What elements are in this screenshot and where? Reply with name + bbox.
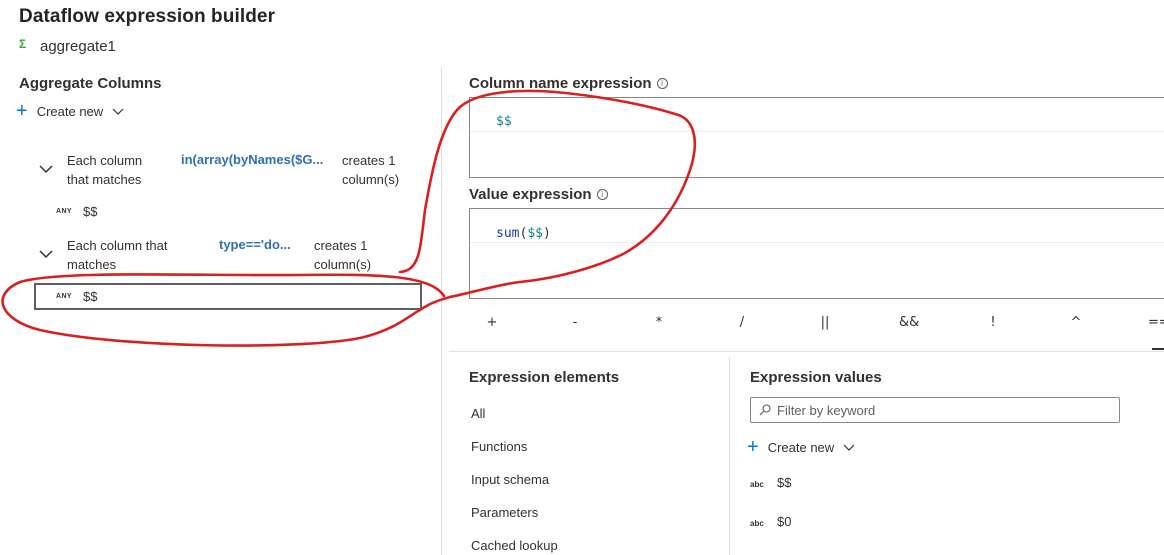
editor-current-line bbox=[470, 131, 1164, 132]
aggregate-columns-heading: Aggregate Columns bbox=[19, 75, 162, 92]
value-expression-editor[interactable]: sum($$) bbox=[469, 208, 1164, 299]
element-all[interactable]: All bbox=[471, 406, 485, 421]
panel-divider bbox=[441, 67, 442, 555]
info-icon[interactable]: i bbox=[596, 189, 608, 200]
plus-icon: + bbox=[16, 100, 28, 122]
filter-search-box[interactable] bbox=[750, 397, 1120, 423]
page-title: Dataflow expression builder bbox=[19, 6, 276, 27]
rule-2-expression-link[interactable]: type=='do... bbox=[219, 237, 291, 252]
rule-2-column-name[interactable]: $$ bbox=[83, 289, 97, 304]
filter-input[interactable] bbox=[777, 402, 1097, 418]
expression-values-heading: Expression values bbox=[750, 369, 882, 386]
elements-values-divider bbox=[729, 357, 730, 555]
operator-equals-button[interactable]: == bbox=[1148, 315, 1164, 330]
operator-not-button[interactable]: ! bbox=[983, 315, 1003, 330]
plus-icon: + bbox=[747, 436, 759, 458]
chevron-down-icon bbox=[843, 444, 855, 451]
any-type-tag: ANY bbox=[56, 208, 72, 215]
rule-2-description: Each column that matches bbox=[67, 238, 168, 272]
aggregate-sigma-icon: Σ bbox=[19, 37, 27, 51]
abc-type-tag: abc bbox=[750, 480, 764, 489]
rule-2-result: creates 1 column(s) bbox=[314, 238, 372, 272]
rule-1-result: creates 1 column(s) bbox=[342, 153, 400, 187]
rule-1-column-name[interactable]: $$ bbox=[83, 204, 97, 219]
rule-1-expression-link[interactable]: in(array(byNames($G... bbox=[181, 152, 323, 167]
editor-current-line bbox=[470, 242, 1164, 243]
operators-scroll-indicator bbox=[1152, 348, 1164, 350]
any-type-tag: ANY bbox=[56, 293, 72, 300]
chevron-down-icon bbox=[112, 108, 124, 115]
operator-divide-button[interactable]: / bbox=[732, 315, 752, 330]
operators-divider bbox=[449, 351, 1164, 352]
collapse-rule-1-chevron-icon[interactable] bbox=[39, 164, 53, 174]
rule-1-description: Each column that matches bbox=[67, 153, 143, 187]
operator-plus-button[interactable]: + bbox=[482, 315, 502, 330]
column-name-expression-editor[interactable]: $$ bbox=[469, 97, 1164, 178]
operator-multiply-button[interactable]: * bbox=[649, 315, 669, 330]
column-name-code: $$ bbox=[496, 114, 512, 129]
operator-or-button[interactable]: || bbox=[815, 315, 835, 330]
column-name-expression-label: Column name expression i bbox=[469, 75, 668, 92]
value-code: sum($$) bbox=[496, 226, 551, 241]
value-item-dollar-zero[interactable]: $0 bbox=[777, 514, 791, 529]
transform-name: aggregate1 bbox=[40, 38, 116, 55]
element-parameters[interactable]: Parameters bbox=[471, 505, 538, 520]
expression-elements-heading: Expression elements bbox=[469, 369, 620, 386]
operator-caret-button[interactable]: ^ bbox=[1066, 315, 1086, 330]
value-expression-label: Value expression i bbox=[469, 186, 608, 203]
element-functions[interactable]: Functions bbox=[471, 439, 527, 454]
operator-minus-button[interactable]: - bbox=[565, 315, 585, 330]
info-icon[interactable]: i bbox=[656, 78, 668, 89]
search-icon bbox=[759, 404, 771, 416]
element-input-schema[interactable]: Input schema bbox=[471, 472, 549, 487]
operator-and-button[interactable]: && bbox=[899, 315, 919, 330]
create-new-column-button[interactable]: + Create new bbox=[16, 100, 124, 122]
create-new-value-button[interactable]: + Create new bbox=[747, 436, 855, 458]
collapse-rule-2-chevron-icon[interactable] bbox=[39, 249, 53, 259]
value-item-dollar-dollar[interactable]: $$ bbox=[777, 475, 791, 490]
create-new-label: Create new bbox=[767, 440, 835, 455]
abc-type-tag: abc bbox=[750, 519, 764, 528]
element-cached-lookup[interactable]: Cached lookup bbox=[471, 538, 558, 553]
create-new-label: Create new bbox=[36, 104, 104, 119]
